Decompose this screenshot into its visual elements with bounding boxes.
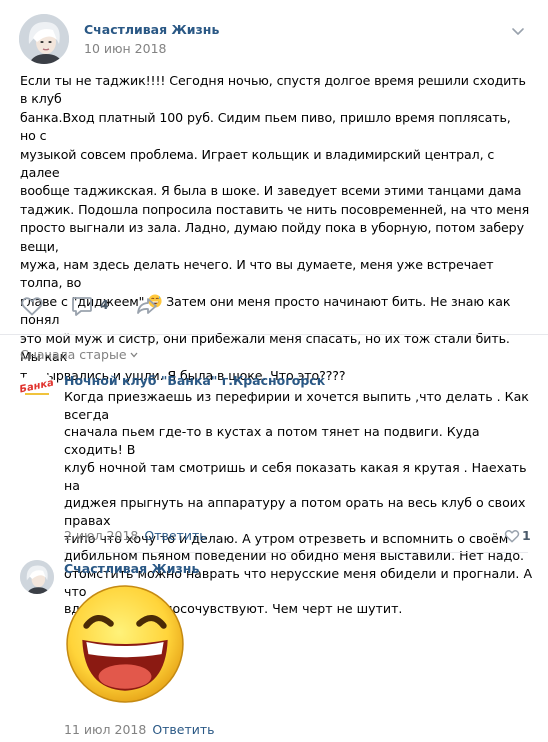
comment-divider — [64, 552, 528, 553]
post-date[interactable]: 10 июн 2018 — [84, 41, 166, 56]
post-text: Если ты не таджик!!!! Сегодня ночью, спу… — [20, 72, 530, 385]
comments-sort-dropdown[interactable]: Сначала старые — [20, 347, 138, 362]
comment-count[interactable]: 4 — [100, 297, 109, 312]
comment-date[interactable]: 11 июл 2018 — [64, 722, 146, 737]
comment-author[interactable]: Ночной клуб "Банка" г.Красногорск — [64, 373, 325, 388]
comment-date[interactable]: 2 июл 2018 — [64, 528, 138, 543]
heart-icon[interactable] — [20, 294, 44, 318]
chevron-down-icon[interactable] — [511, 24, 525, 38]
reply-button[interactable]: Ответить — [144, 528, 206, 543]
avatar-image — [19, 14, 69, 64]
laughing-face-sticker — [66, 585, 184, 703]
avatar[interactable] — [19, 14, 69, 64]
comment-like-count: 1 — [522, 528, 531, 543]
comment-meta: 11 июл 2018 Ответить — [64, 722, 215, 737]
avatar[interactable] — [20, 560, 54, 594]
divider — [0, 334, 548, 335]
club-logo: Банка — [20, 371, 54, 405]
reply-button[interactable]: Ответить — [152, 722, 214, 737]
comment-meta: 2 июл 2018 Ответить — [64, 528, 207, 543]
post-actions: 4 — [20, 294, 530, 318]
sort-label: Сначала старые — [20, 347, 127, 362]
heart-icon[interactable] — [504, 528, 520, 544]
post-header: Счастливая Жизнь 10 июн 2018 — [19, 14, 529, 64]
avatar-image — [20, 560, 54, 594]
post-text-part-1: Если ты не таджик!!!! Сегодня ночью, спу… — [20, 73, 530, 309]
chevron-down-icon — [130, 352, 138, 358]
post-author[interactable]: Счастливая Жизнь — [84, 22, 219, 37]
share-icon[interactable] — [135, 294, 159, 318]
comment-icon[interactable] — [70, 294, 94, 318]
comment-author[interactable]: Счастливая Жизнь — [64, 561, 199, 576]
club-logo-avatar[interactable]: Банка — [20, 371, 54, 405]
